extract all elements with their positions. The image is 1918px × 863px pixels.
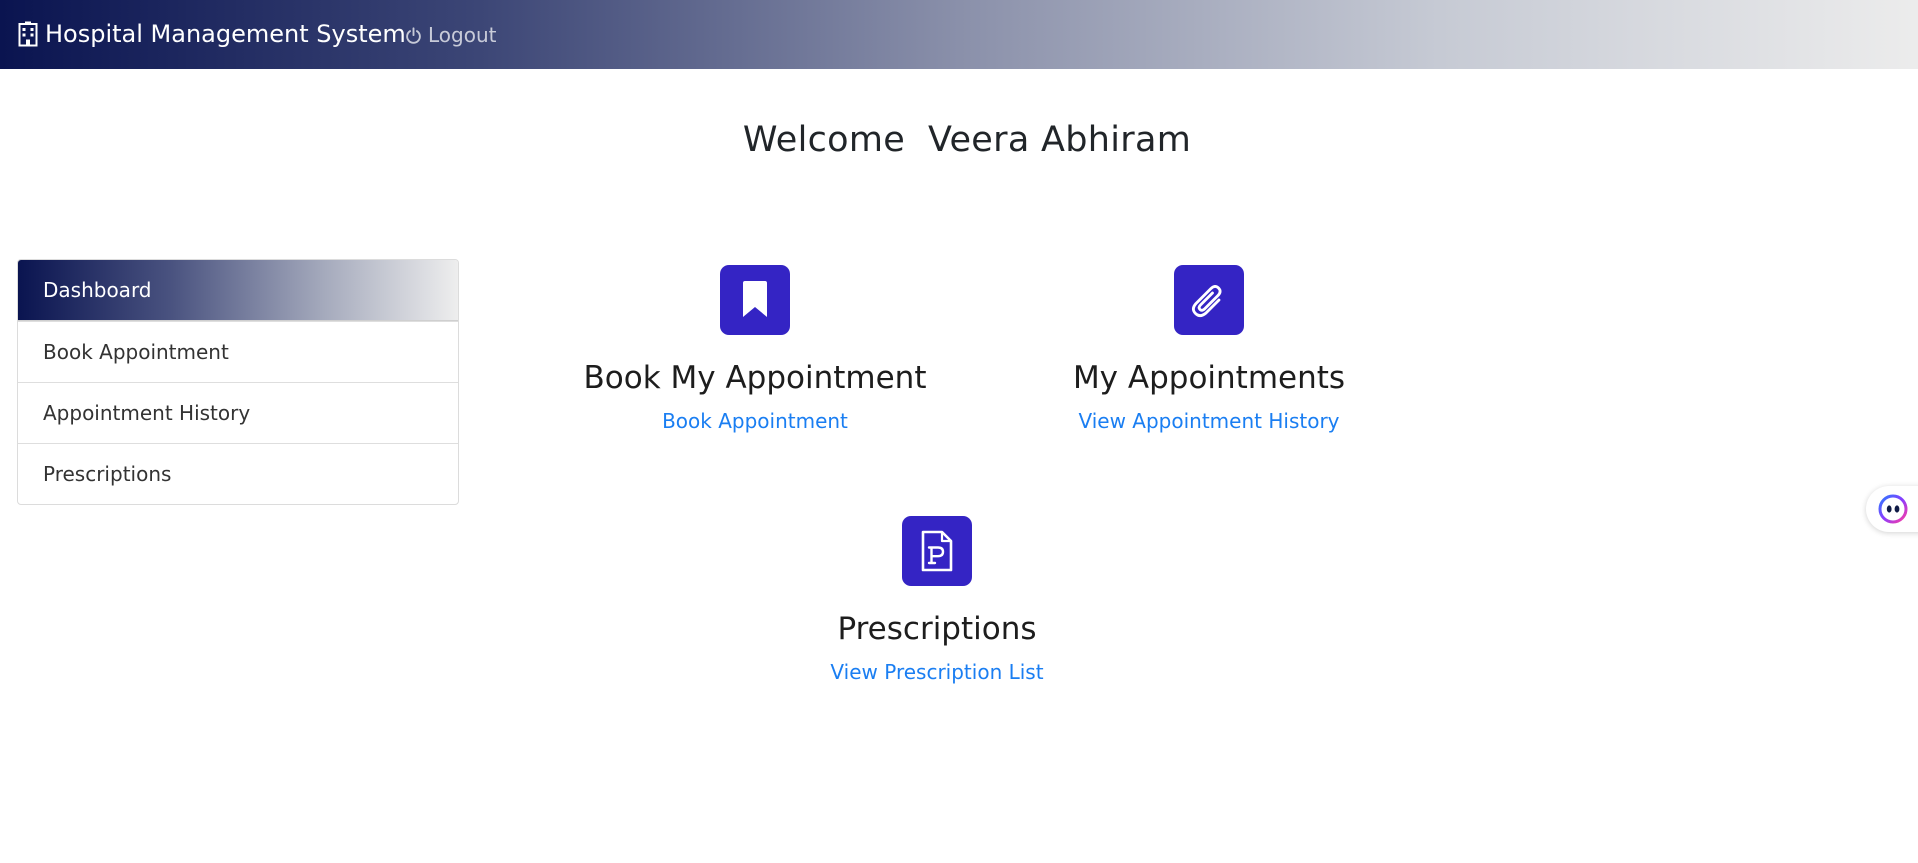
my-appointments-icon-box [1174,265,1244,335]
view-prescription-list-link[interactable]: View Prescription List [830,660,1043,684]
brand-label: Hospital Management System [45,20,406,48]
prescriptions-title: Prescriptions [837,611,1037,647]
prescriptions-icon-box [902,516,972,586]
sidebar-item-dashboard[interactable]: Dashboard [18,260,458,321]
brand-link[interactable]: Hospital Management System [18,20,406,48]
power-icon [406,26,421,44]
bookmark-icon [743,281,767,317]
sidebar-menu: Dashboard Book Appointment Appointment H… [17,259,459,505]
view-appointment-history-link[interactable]: View Appointment History [1078,409,1339,433]
assistant-bubble-icon [1878,494,1908,524]
sidebar-item-book-appointment[interactable]: Book Appointment [18,321,458,382]
book-appointment-card: Book My Appointment Book Appointment [545,265,965,433]
assistant-widget-button[interactable] [1866,486,1918,532]
my-appointments-title: My Appointments [1072,360,1346,396]
sidebar-item-appointment-history[interactable]: Appointment History [18,382,458,443]
hospital-icon [18,21,38,47]
sidebar-item-prescriptions[interactable]: Prescriptions [18,443,458,504]
logout-link[interactable]: Logout [405,23,496,47]
paperclip-icon [1191,284,1222,318]
welcome-heading: Welcome Veera Abhiram [742,120,1192,160]
prescriptions-card: Prescriptions View Prescription List [727,516,1147,684]
top-navbar: Hospital Management System Logout [0,0,1918,69]
logout-label: Logout [428,23,497,47]
my-appointments-card: My Appointments View Appointment History [999,265,1419,433]
prescription-file-icon [921,530,953,572]
book-appointment-link[interactable]: Book Appointment [662,409,848,433]
book-appointment-icon-box [720,265,790,335]
book-appointment-title: Book My Appointment [583,360,927,396]
